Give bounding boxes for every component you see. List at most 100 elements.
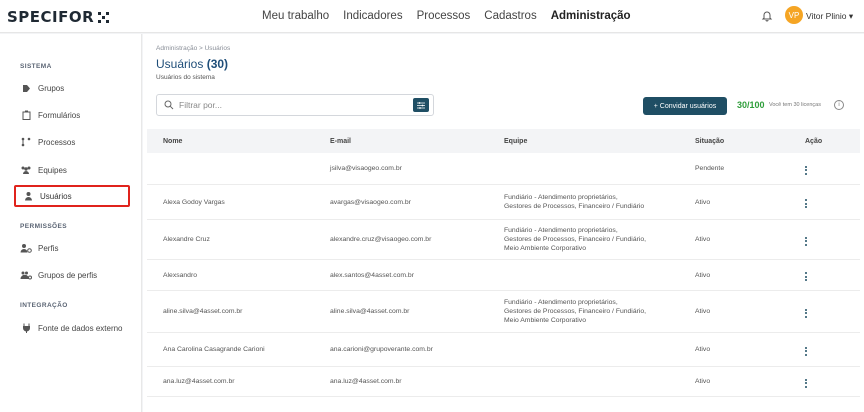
profile-group-icon <box>20 269 32 281</box>
sidebar-item-equipes[interactable]: Equipes <box>14 159 130 181</box>
column-header-status[interactable]: Situação <box>679 138 787 145</box>
table-row[interactable]: Alexandre Cruz alexandre.cruz@visaogeo.c… <box>147 220 860 260</box>
team-line: Fundiário - Atendimento proprietários, <box>504 194 618 201</box>
sidebar-item-label: Perfis <box>38 243 59 253</box>
table-row[interactable]: Alexsandro alex.santos@4asset.com.br Ati… <box>147 260 860 291</box>
team-line: Fundiário - Atendimento proprietários, <box>504 299 618 306</box>
cell-email: alexandre.cruz@visaogeo.com.br <box>330 236 432 243</box>
table-row[interactable]: ana.luz@4asset.com.br ana.luz@4asset.com… <box>147 367 860 397</box>
license-note: Você tem 30 licenças <box>769 102 821 108</box>
sidebar-item-processos[interactable]: Processos <box>14 131 130 153</box>
profile-icon <box>20 242 32 254</box>
breadcrumb: Administração > Usuários <box>156 45 231 52</box>
users-table: Nome E-mail Equipe Situação Ação jsilva@… <box>147 129 860 397</box>
sidebar-item-grupos-de-perfis[interactable]: Grupos de perfis <box>14 264 130 286</box>
main-nav: Meu trabalho Indicadores Processos Cadas… <box>262 10 645 22</box>
more-options-icon[interactable] <box>805 236 807 246</box>
cell-action <box>787 163 860 175</box>
more-options-icon[interactable] <box>805 346 807 356</box>
team-line: Fundiário - Atendimento proprietários, <box>504 227 618 234</box>
cell-email: avargas@visaogeo.com.br <box>330 198 411 206</box>
cell-action <box>787 376 860 388</box>
invite-users-button[interactable]: + Convidar usuários <box>643 97 727 115</box>
more-options-icon[interactable] <box>805 199 807 208</box>
nav-administracao[interactable]: Administração <box>551 10 631 22</box>
cell-status: Pendente <box>695 165 725 172</box>
bell-icon[interactable] <box>761 10 773 22</box>
more-options-icon[interactable] <box>805 272 807 281</box>
license-quota: 30/100 <box>737 100 765 110</box>
cell-team: Fundiário - Atendimento proprietários, G… <box>487 226 679 253</box>
clipboard-icon <box>20 109 32 121</box>
sidebar-item-label: Grupos <box>38 83 65 93</box>
column-header-email[interactable]: E-mail <box>313 138 487 145</box>
table-row[interactable]: aline.silva@4asset.com.br aline.silva@4a… <box>147 291 860 333</box>
nav-processos[interactable]: Processos <box>417 10 471 22</box>
sidebar-item-label: Processos <box>38 137 76 147</box>
avatar[interactable]: VP <box>785 6 803 24</box>
logo-mark-icon <box>98 11 110 23</box>
more-options-icon[interactable] <box>805 308 807 318</box>
more-options-icon[interactable] <box>805 165 807 175</box>
sidebar-item-grupos[interactable]: Grupos <box>14 77 130 99</box>
sidebar-item-perfis[interactable]: Perfis <box>14 237 130 259</box>
cell-status: Ativo <box>695 346 711 353</box>
sidebar-item-label: Grupos de perfis <box>38 270 98 280</box>
page-title-text: Usuários <box>156 57 204 71</box>
nav-meu-trabalho[interactable]: Meu trabalho <box>262 10 329 22</box>
table-row[interactable]: jsilva@visaogeo.com.br Pendente <box>147 153 860 185</box>
sidebar-item-fonte-de-dados[interactable]: Fonte de dados externo <box>14 317 130 339</box>
cell-status: Ativo <box>695 378 711 385</box>
column-header-action: Ação <box>805 137 823 145</box>
sidebar-item-formularios[interactable]: Formulários <box>14 104 130 126</box>
cell-email: jsilva@visaogeo.com.br <box>330 165 402 172</box>
column-header-name[interactable]: Nome <box>147 138 313 145</box>
sidebar-item-label: Equipes <box>38 165 67 175</box>
user-name: Vitor Plinio <box>806 11 847 21</box>
sidebar-item-usuarios[interactable]: Usuários <box>14 185 130 207</box>
table-row[interactable]: Alexa Godoy Vargas avargas@visaogeo.com.… <box>147 185 860 220</box>
cell-name: ana.luz@4asset.com.br <box>163 378 235 385</box>
user-menu[interactable]: Vitor Plinio ▾ <box>806 11 853 22</box>
logo[interactable]: SPECIFOR <box>7 8 110 26</box>
cell-email: aline.silva@4asset.com.br <box>330 308 410 315</box>
cell-status: Ativo <box>695 271 711 279</box>
cell-email: alex.santos@4asset.com.br <box>330 271 414 279</box>
cell-name: Alexsandro <box>163 271 198 279</box>
search-input[interactable]: Filtrar por... <box>156 94 434 116</box>
search-placeholder: Filtrar por... <box>179 100 222 110</box>
cell-email: ana.luz@4asset.com.br <box>330 378 402 385</box>
team-icon <box>20 164 32 176</box>
cell-action <box>787 306 860 318</box>
cell-team: Fundiário - Atendimento proprietários, G… <box>487 298 679 325</box>
team-line: Gestores de Processos, Financeiro / Fund… <box>504 203 645 210</box>
cell-name: Alexandre Cruz <box>163 236 210 243</box>
cell-status: Ativo <box>695 308 711 315</box>
user-icon <box>22 190 34 202</box>
flow-icon <box>20 136 32 148</box>
column-header-team[interactable]: Equipe <box>487 137 679 146</box>
table-row[interactable]: Ana Carolina Casagrande Carioni ana.cari… <box>147 333 860 367</box>
cell-team: Fundiário - Atendimento proprietários, G… <box>487 193 679 211</box>
team-line: Meio Ambiente Corporativo <box>504 317 586 324</box>
section-title-sistema: SISTEMA <box>20 63 52 70</box>
cell-name: aline.silva@4asset.com.br <box>163 308 243 315</box>
cell-name: Alexa Godoy Vargas <box>163 198 225 206</box>
page-subtitle: Usuários do sistema <box>156 74 215 81</box>
more-options-icon[interactable] <box>805 378 807 388</box>
team-line: Gestores de Processos, Financeiro / Fund… <box>504 308 647 315</box>
section-title-permissoes: PERMISSÕES <box>20 223 67 230</box>
filter-button[interactable] <box>413 98 429 112</box>
cell-action <box>787 234 860 246</box>
sidebar-item-label: Formulários <box>38 110 81 120</box>
tag-icon <box>20 82 32 94</box>
nav-indicadores[interactable]: Indicadores <box>343 10 402 22</box>
main-content: Administração > Usuários Usuários (30) U… <box>143 34 864 412</box>
top-bar: SPECIFOR Meu trabalho Indicadores Proces… <box>0 0 864 33</box>
table-header: Nome E-mail Equipe Situação Ação <box>147 129 860 153</box>
info-icon[interactable]: i <box>834 100 844 110</box>
cell-name: Ana Carolina Casagrande Carioni <box>163 346 265 353</box>
team-line: Gestores de Processos, Financeiro / Fund… <box>504 236 647 243</box>
nav-cadastros[interactable]: Cadastros <box>484 10 536 22</box>
cell-action <box>787 269 860 281</box>
